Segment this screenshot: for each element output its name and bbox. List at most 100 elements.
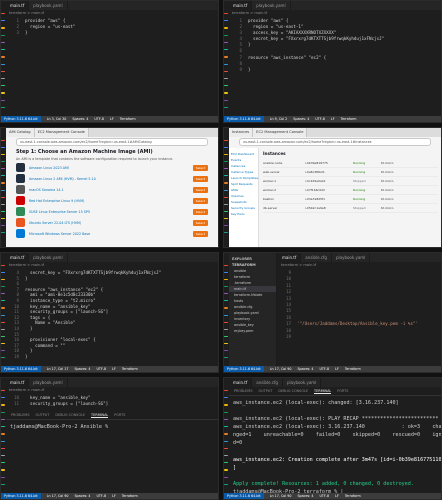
status-item[interactable]: Python 3.11.6 64-bit [224,366,264,372]
dock-app-icon[interactable] [224,63,228,65]
dock-app-icon[interactable] [1,314,5,316]
dock-app-icon[interactable] [224,328,228,330]
dock-app-icon[interactable] [224,70,228,72]
dock-app-icon[interactable] [1,265,5,267]
file-tree-item[interactable]: mykey.pem [229,328,276,334]
dock-app-icon[interactable] [1,20,5,22]
status-item[interactable]: Spaces: 4 [293,116,309,122]
dock-app-icon[interactable] [1,85,5,87]
status-item[interactable]: Python 3.11.6 64-bit [224,493,264,499]
dock-app-icon[interactable] [224,161,228,163]
browser-tab-ec2-console[interactable]: EC2 Management Console [34,128,89,137]
dock-app-icon[interactable] [224,34,228,36]
dock-app-icon[interactable] [1,49,5,51]
dock-app-icon[interactable] [224,286,228,288]
ami-name[interactable]: Amazon Linux 2023 AMI [29,166,189,170]
status-item[interactable]: Terraform [122,366,138,372]
dock-app-icon[interactable] [1,462,5,464]
dock-app-icon[interactable] [1,342,5,344]
dock-app-icon[interactable] [224,13,228,15]
ami-name[interactable]: Microsoft Windows Server 2022 Base [29,232,189,236]
dock-app-icon[interactable] [224,300,228,302]
status-item[interactable]: Spaces: 4 [297,493,313,499]
dock-app-icon[interactable] [224,154,228,156]
dock-app-icon[interactable] [224,203,228,205]
tab-main-tf[interactable]: main.tf [6,253,30,262]
code-editor[interactable]: 10 key_name = "ansible_key" 11 security_g… [9,395,214,407]
status-item[interactable]: Python 3.11.6 64-bit [1,116,41,122]
dock-app-icon[interactable] [224,397,228,399]
dock-app-icon[interactable] [1,77,5,80]
dock-app-icon[interactable] [224,476,228,478]
dock-app-icon[interactable] [1,397,5,399]
dock-app-icon[interactable] [1,307,5,309]
status-item[interactable]: Spaces: 4 [74,493,90,499]
select-ami-button[interactable]: Select [192,164,208,171]
status-item[interactable]: UTF-8 [319,366,329,372]
instance-row[interactable]: worker-2 i-07f1b6c9d2 Running t2.micro [263,186,438,195]
dock-app-icon[interactable] [224,404,228,406]
status-item[interactable]: Python 3.11.6 64-bit [224,116,264,122]
dock-app-icon[interactable] [1,182,5,184]
dock-app-icon[interactable] [224,433,228,435]
tab-ansible-cfg[interactable]: ansible.cfg [301,253,332,262]
dock-app-icon[interactable] [224,454,228,457]
dock-app-icon[interactable] [1,404,5,406]
instance-row[interactable]: ansible-node i-0b39e816775 Running t2.micro [263,159,438,168]
dock-app-icon[interactable] [1,27,5,29]
panel-tab-ports[interactable]: PORTS [114,413,125,418]
status-item[interactable]: Spaces: 4 [74,366,90,372]
dock-app-icon[interactable] [1,217,5,219]
dock-app-icon[interactable] [224,418,228,421]
dock-app-icon[interactable] [1,328,5,330]
browser-tab-instances[interactable]: Instances [229,128,254,137]
dock-app-icon[interactable] [224,357,228,359]
dock-app-icon[interactable] [224,447,228,449]
code-editor[interactable]: 1 provider "aws" {2 region = "us-east" 3} [9,18,214,36]
ami-name[interactable]: Red Hat Enterprise Linux 9 (HVM) [29,199,189,203]
dock-app-icon[interactable] [224,232,228,234]
dock-app-icon[interactable] [224,279,228,281]
dock-app-icon[interactable] [224,106,228,109]
dock-app-icon[interactable] [224,314,228,316]
status-item[interactable]: LF [335,493,339,499]
tab-playbook[interactable]: playbook.yaml [29,1,68,10]
terminal-output[interactable]: tjaddams@MacBook-Pro-2 Ansible % [6,420,218,434]
dock-app-icon[interactable] [1,63,5,65]
status-item[interactable]: Ln 17, Col 90 [270,493,292,499]
dock-app-icon[interactable] [224,483,228,486]
dock-app-icon[interactable] [1,454,5,457]
status-item[interactable]: UTF-8 [96,366,106,372]
tab-playbook[interactable]: playbook.yaml [332,253,371,262]
dock-app-icon[interactable] [1,426,5,428]
status-item[interactable]: UTF-8 [94,116,104,122]
status-item[interactable]: Terraform [341,116,357,122]
tab-main-tf[interactable]: main.tf [6,378,30,387]
dock-app-icon[interactable] [224,426,228,428]
dock-app-icon[interactable] [224,196,228,198]
dock-app-icon[interactable] [224,335,228,337]
status-item[interactable]: LF [331,116,335,122]
dock-app-icon[interactable] [1,147,5,149]
dock-app-icon[interactable] [1,41,5,44]
dock-app-icon[interactable] [1,13,5,15]
select-ami-button[interactable]: Select [192,186,208,193]
dock-app-icon[interactable] [1,433,5,435]
status-item[interactable]: Ln 17, Col 90 [47,493,69,499]
status-item[interactable]: Ln 17, Col 90 [270,366,292,372]
dock-app-icon[interactable] [224,41,228,44]
dock-app-icon[interactable] [1,418,5,421]
tab-ansible-cfg[interactable]: ansible.cfg [252,378,283,387]
ami-name[interactable]: Ubuntu Server 22.04 LTS (HVM) [29,221,189,225]
dock-app-icon[interactable] [224,224,228,227]
browser-tab-ami-catalog[interactable]: AMI Catalog [6,128,35,137]
status-item[interactable]: Terraform [345,366,361,372]
dock-app-icon[interactable] [224,56,228,58]
dock-app-icon[interactable] [224,440,228,442]
dock-app-icon[interactable] [224,92,228,94]
status-item[interactable]: Python 3.11.6 64-bit [1,366,41,372]
ec2-nav-item[interactable]: Key Pairs [229,211,258,217]
dock-app-icon[interactable] [1,349,5,352]
tab-playbook[interactable]: playbook.yaml [29,378,68,387]
panel-tab-terminal[interactable]: TERMINAL [314,389,332,394]
